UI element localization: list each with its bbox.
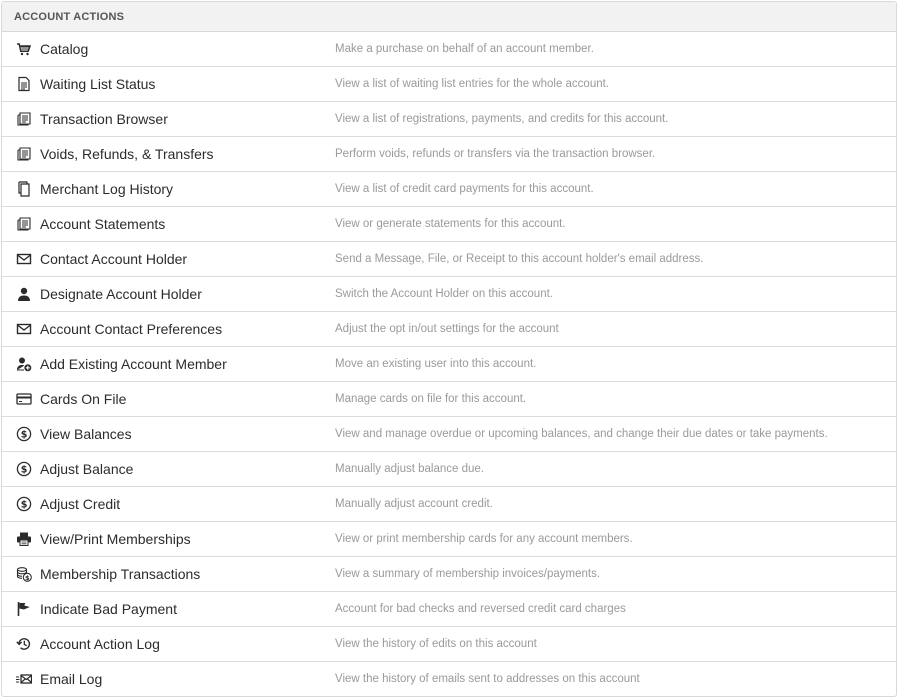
envelope-icon bbox=[16, 321, 32, 337]
flag-icon bbox=[16, 601, 32, 617]
action-label[interactable]: Waiting List Status bbox=[40, 76, 335, 92]
action-description: View and manage overdue or upcoming bala… bbox=[335, 428, 828, 440]
dollar-circle-icon: $ bbox=[16, 496, 32, 512]
action-row-add-existing-account-member[interactable]: Add Existing Account Member Move an exist… bbox=[2, 347, 896, 382]
action-description: View a summary of membership invoices/pa… bbox=[335, 568, 601, 580]
user-add-icon bbox=[16, 356, 32, 372]
action-label[interactable]: Catalog bbox=[40, 41, 335, 57]
document-icon bbox=[16, 76, 32, 92]
action-description: View or generate statements for this acc… bbox=[335, 218, 566, 230]
action-description: View a list of registrations, payments, … bbox=[335, 113, 669, 125]
panel-header: ACCOUNT ACTIONS bbox=[2, 2, 896, 32]
action-row-view-balances[interactable]: $ View Balances View and manage overdue or… bbox=[2, 417, 896, 452]
action-row-transaction-browser[interactable]: Transaction Browser View a list of regist… bbox=[2, 102, 896, 137]
svg-text:$: $ bbox=[25, 574, 30, 582]
action-label[interactable]: View/Print Memberships bbox=[40, 531, 335, 547]
copy-icon bbox=[16, 181, 32, 197]
action-row-designate-account-holder[interactable]: Designate Account Holder Switch the Accou… bbox=[2, 277, 896, 312]
action-row-voids-refunds-transfers[interactable]: Voids, Refunds, & Transfers Perform voids… bbox=[2, 137, 896, 172]
svg-text:$: $ bbox=[21, 429, 28, 440]
action-label[interactable]: View Balances bbox=[40, 426, 335, 442]
action-description: Switch the Account Holder on this accoun… bbox=[335, 288, 553, 300]
action-row-contact-account-holder[interactable]: Contact Account Holder Send a Message, Fi… bbox=[2, 242, 896, 277]
action-description: Adjust the opt in/out settings for the a… bbox=[335, 323, 559, 335]
action-label[interactable]: Transaction Browser bbox=[40, 111, 335, 127]
action-row-account-contact-preferences[interactable]: Account Contact Preferences Adjust the op… bbox=[2, 312, 896, 347]
action-description: View the history of edits on this accoun… bbox=[335, 638, 537, 650]
action-label[interactable]: Account Contact Preferences bbox=[40, 321, 335, 337]
action-description: View or print membership cards for any a… bbox=[335, 533, 633, 545]
action-row-email-log[interactable]: Email Log View the history of emails sent… bbox=[2, 662, 896, 696]
action-label[interactable]: Contact Account Holder bbox=[40, 251, 335, 267]
panel-title: ACCOUNT ACTIONS bbox=[14, 10, 125, 23]
account-actions-panel: ACCOUNT ACTIONS Catalog Make a purchase o… bbox=[1, 1, 897, 697]
printer-icon bbox=[16, 531, 32, 547]
action-label[interactable]: Account Action Log bbox=[40, 636, 335, 652]
svg-text:$: $ bbox=[21, 499, 28, 510]
dollar-circle-icon: $ bbox=[16, 461, 32, 477]
receipts-icon bbox=[16, 216, 32, 232]
credit-card-icon bbox=[16, 391, 32, 407]
action-row-adjust-credit[interactable]: $ Adjust Credit Manually adjust account cr… bbox=[2, 487, 896, 522]
cart-icon bbox=[16, 41, 32, 57]
history-icon bbox=[16, 636, 32, 652]
action-description: Account for bad checks and reversed cred… bbox=[335, 603, 626, 615]
coins-icon: $ bbox=[16, 566, 32, 582]
action-label[interactable]: Email Log bbox=[40, 671, 335, 687]
svg-text:$: $ bbox=[21, 464, 28, 475]
action-description: Manage cards on file for this account. bbox=[335, 393, 527, 405]
action-description: Manually adjust account credit. bbox=[335, 498, 493, 510]
action-description: Perform voids, refunds or transfers via … bbox=[335, 148, 656, 160]
action-label[interactable]: Adjust Credit bbox=[40, 496, 335, 512]
action-label[interactable]: Merchant Log History bbox=[40, 181, 335, 197]
action-description: View a list of waiting list entries for … bbox=[335, 78, 610, 90]
action-label[interactable]: Membership Transactions bbox=[40, 566, 335, 582]
email-send-icon bbox=[16, 671, 32, 687]
action-description: Manually adjust balance due. bbox=[335, 463, 484, 475]
actions-list: Catalog Make a purchase on behalf of an a… bbox=[2, 32, 896, 696]
action-row-account-statements[interactable]: Account Statements View or generate state… bbox=[2, 207, 896, 242]
action-row-account-action-log[interactable]: Account Action Log View the history of ed… bbox=[2, 627, 896, 662]
action-row-indicate-bad-payment[interactable]: Indicate Bad Payment Account for bad chec… bbox=[2, 592, 896, 627]
action-description: Make a purchase on behalf of an account … bbox=[335, 43, 594, 55]
dollar-circle-icon: $ bbox=[16, 426, 32, 442]
receipts-icon bbox=[16, 111, 32, 127]
action-label[interactable]: Cards On File bbox=[40, 391, 335, 407]
action-row-membership-transactions[interactable]: $ Membership Transactions View a summary o… bbox=[2, 557, 896, 592]
action-label[interactable]: Account Statements bbox=[40, 216, 335, 232]
envelope-icon bbox=[16, 251, 32, 267]
action-row-merchant-log-history[interactable]: Merchant Log History View a list of credi… bbox=[2, 172, 896, 207]
action-label[interactable]: Add Existing Account Member bbox=[40, 356, 335, 372]
user-icon bbox=[16, 286, 32, 302]
action-label[interactable]: Designate Account Holder bbox=[40, 286, 335, 302]
action-row-adjust-balance[interactable]: $ Adjust Balance Manually adjust balance d… bbox=[2, 452, 896, 487]
action-row-cards-on-file[interactable]: Cards On File Manage cards on file for th… bbox=[2, 382, 896, 417]
action-row-view-print-memberships[interactable]: View/Print Memberships View or print memb… bbox=[2, 522, 896, 557]
receipts-icon bbox=[16, 146, 32, 162]
action-description: View a list of credit card payments for … bbox=[335, 183, 594, 195]
action-description: Send a Message, File, or Receipt to this… bbox=[335, 253, 704, 265]
action-description: Move an existing user into this account. bbox=[335, 358, 537, 370]
action-row-waiting-list-status[interactable]: Waiting List Status View a list of waitin… bbox=[2, 67, 896, 102]
action-label[interactable]: Voids, Refunds, & Transfers bbox=[40, 146, 335, 162]
action-label[interactable]: Indicate Bad Payment bbox=[40, 601, 335, 617]
action-row-catalog[interactable]: Catalog Make a purchase on behalf of an a… bbox=[2, 32, 896, 67]
action-description: View the history of emails sent to addre… bbox=[335, 673, 640, 685]
action-label[interactable]: Adjust Balance bbox=[40, 461, 335, 477]
